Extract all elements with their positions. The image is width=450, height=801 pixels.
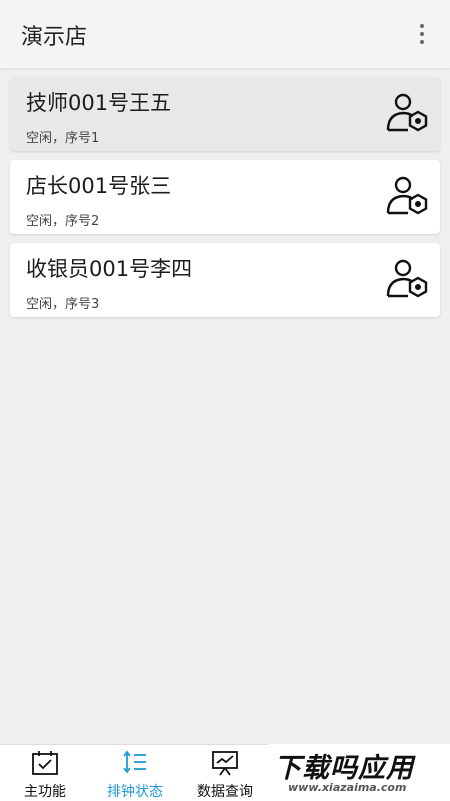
- user-settings-icon[interactable]: [384, 175, 430, 221]
- staff-status: 空闲，序号3: [26, 297, 100, 312]
- user-settings-icon[interactable]: [384, 258, 430, 304]
- staff-name: 店长001号张三: [26, 174, 172, 198]
- staff-status: 空闲，序号1: [26, 131, 100, 146]
- nav-queue-status[interactable]: 排钟状态: [90, 745, 180, 801]
- staff-card[interactable]: 店长001号张三 空闲，序号2: [10, 160, 440, 234]
- watermark-logo: 下载吗应用 www.xiazaima.com: [268, 744, 450, 800]
- page-title: 演示店: [21, 25, 88, 50]
- nav-label: 排钟状态: [107, 784, 163, 800]
- nav-label: 数据查询: [197, 784, 253, 800]
- calendar-check-icon: [32, 751, 58, 775]
- presentation-chart-icon: [212, 751, 238, 776]
- staff-name: 收银员001号李四: [26, 257, 193, 281]
- staff-list: 技师001号王五 空闲，序号1 店长001号张三 空闲，序号2 收银员001号李…: [10, 77, 440, 326]
- nav-data-query[interactable]: 数据查询: [180, 745, 270, 801]
- watermark-main: 下载吗应用: [274, 753, 414, 784]
- watermark-sub: www.xiazaima.com: [288, 781, 407, 794]
- nav-main-functions[interactable]: 主功能: [0, 745, 90, 801]
- staff-card[interactable]: 技师001号王五 空闲，序号1: [10, 77, 440, 151]
- sort-list-icon: [123, 750, 146, 774]
- user-settings-icon[interactable]: [384, 92, 430, 138]
- nav-label: 主功能: [24, 784, 66, 800]
- more-options-icon[interactable]: [406, 18, 438, 50]
- staff-status: 空闲，序号2: [26, 214, 100, 229]
- staff-card[interactable]: 收银员001号李四 空闲，序号3: [10, 243, 440, 317]
- top-app-bar: 演示店: [0, 0, 450, 68]
- staff-name: 技师001号王五: [26, 91, 172, 115]
